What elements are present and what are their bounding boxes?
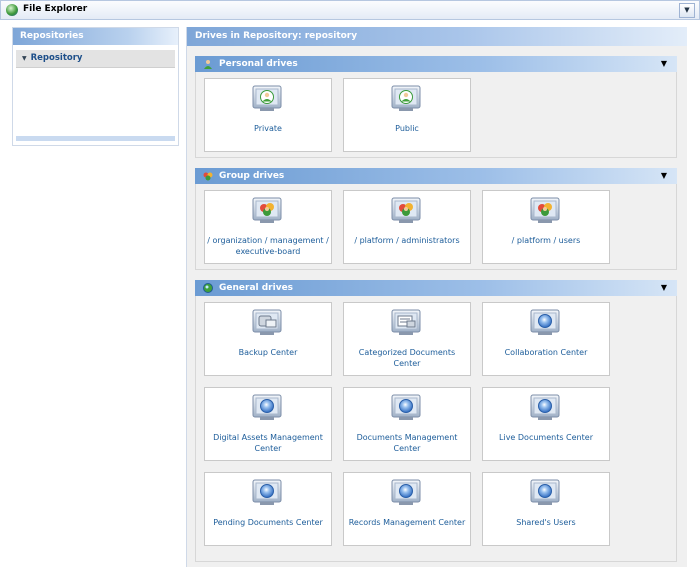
drive-label: Shared's Users bbox=[516, 518, 576, 527]
section-header[interactable]: General drives ▼ bbox=[195, 280, 677, 296]
drive-label: Public bbox=[395, 124, 419, 133]
section-body: Backup Center Categorized Documents Cente… bbox=[195, 296, 677, 562]
section-title: Group drives bbox=[219, 171, 285, 181]
drive-label: Collaboration Center bbox=[504, 348, 588, 357]
user-drive-icon bbox=[389, 85, 423, 113]
title-bar: File Explorer ▼ bbox=[0, 0, 700, 20]
drive-tile[interactable]: Digital Assets Management Center bbox=[204, 387, 332, 461]
drive-tile[interactable]: Records Management Center bbox=[343, 472, 471, 546]
section-header[interactable]: Personal drives ▼ bbox=[195, 56, 677, 72]
drive-icon bbox=[250, 479, 284, 507]
group-drive-icon bbox=[250, 197, 284, 225]
drive-label: Records Management Center bbox=[348, 518, 466, 527]
section-body: / organization / management / executive-… bbox=[195, 184, 677, 270]
drive-tile[interactable]: Collaboration Center bbox=[482, 302, 610, 376]
group-drive-icon bbox=[389, 197, 423, 225]
drive-label: Live Documents Center bbox=[499, 433, 593, 442]
drive-label: / organization / management / executive-… bbox=[207, 236, 329, 256]
drive-label: Digital Assets Management Center bbox=[213, 433, 323, 453]
drive-label: Categorized Documents Center bbox=[358, 348, 456, 368]
drives-header: Drives in Repository: repository bbox=[187, 27, 687, 46]
collapse-icon[interactable]: ▼ bbox=[661, 56, 667, 72]
group-icon bbox=[203, 171, 213, 181]
drive-label: Documents Management Center bbox=[356, 433, 458, 453]
categorized-drive-icon bbox=[389, 309, 423, 337]
collapse-icon[interactable]: ▼ bbox=[661, 168, 667, 184]
drive-icon bbox=[528, 479, 562, 507]
drive-tile[interactable]: Private bbox=[204, 78, 332, 152]
drive-icon bbox=[528, 309, 562, 337]
drive-icon bbox=[250, 394, 284, 422]
window-menu-button[interactable]: ▼ bbox=[679, 3, 695, 18]
drive-tile[interactable]: Documents Management Center bbox=[343, 387, 471, 461]
expand-arrow-icon: ▼ bbox=[22, 55, 27, 62]
repositories-footer bbox=[16, 136, 175, 141]
drive-label: / platform / administrators bbox=[354, 236, 460, 245]
drive-label: Private bbox=[254, 124, 282, 133]
drive-tile[interactable]: / platform / users bbox=[482, 190, 610, 264]
repositories-header: Repositories bbox=[13, 28, 178, 45]
section-general-drives: General drives ▼ Backup Center Categorized … bbox=[195, 280, 677, 562]
repository-item[interactable]: ▼ Repository bbox=[16, 50, 175, 68]
section-title: General drives bbox=[219, 283, 294, 293]
drive-label: Backup Center bbox=[238, 348, 298, 357]
drive-tile[interactable]: / organization / management / executive-… bbox=[204, 190, 332, 264]
drive-tile[interactable]: Categorized Documents Center bbox=[343, 302, 471, 376]
user-drive-icon bbox=[250, 85, 284, 113]
file-explorer-icon bbox=[6, 4, 18, 16]
drive-icon bbox=[389, 394, 423, 422]
section-title: Personal drives bbox=[219, 59, 298, 69]
globe-icon bbox=[203, 283, 213, 293]
drive-label: / platform / users bbox=[511, 236, 581, 245]
drive-tile[interactable]: Pending Documents Center bbox=[204, 472, 332, 546]
drives-panel: Drives in Repository: repository Persona… bbox=[186, 27, 687, 567]
repositories-panel: Repositories ▼ Repository bbox=[12, 27, 179, 146]
user-icon bbox=[203, 59, 213, 69]
drive-label: Pending Documents Center bbox=[213, 518, 323, 527]
drive-tile[interactable]: Public bbox=[343, 78, 471, 152]
drive-tile[interactable]: / platform / administrators bbox=[343, 190, 471, 264]
drive-tile[interactable]: Backup Center bbox=[204, 302, 332, 376]
backup-drive-icon bbox=[250, 309, 284, 337]
section-group-drives: Group drives ▼ / organization / management… bbox=[195, 168, 677, 270]
drive-tile[interactable]: Live Documents Center bbox=[482, 387, 610, 461]
drive-icon bbox=[389, 479, 423, 507]
repository-label: Repository bbox=[30, 53, 83, 63]
drive-tile[interactable]: Shared's Users bbox=[482, 472, 610, 546]
section-body: Private Public bbox=[195, 72, 677, 158]
group-drive-icon bbox=[528, 197, 562, 225]
drive-icon bbox=[528, 394, 562, 422]
section-header[interactable]: Group drives ▼ bbox=[195, 168, 677, 184]
section-personal-drives: Personal drives ▼ Private Public bbox=[195, 56, 677, 158]
window-title: File Explorer bbox=[23, 4, 88, 14]
collapse-icon[interactable]: ▼ bbox=[661, 280, 667, 296]
